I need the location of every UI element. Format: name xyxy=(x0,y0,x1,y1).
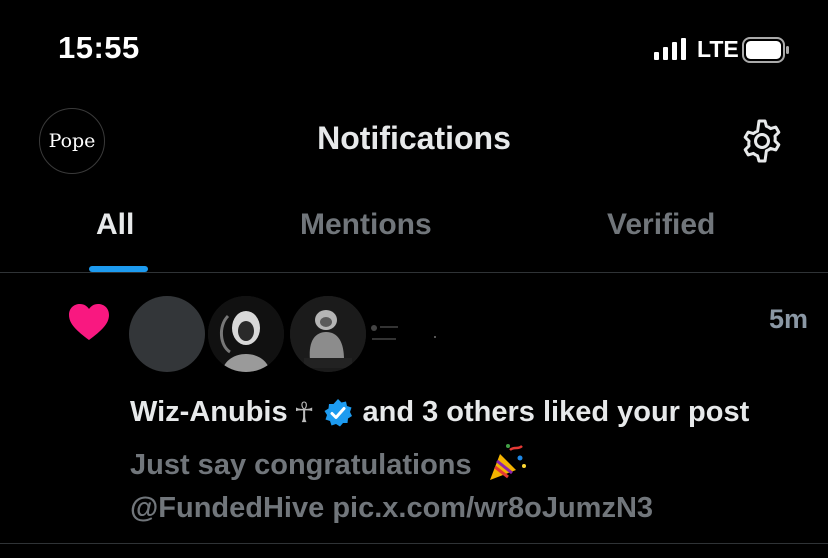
liker-avatar-1[interactable] xyxy=(129,296,205,372)
post-text: Just say congratulations xyxy=(130,444,528,482)
profile-avatar[interactable]: Pope xyxy=(39,108,105,174)
post-links: @FundedHive pic.x.com/wr8oJumzN3 xyxy=(130,492,653,525)
ankh-glyph: ☥ xyxy=(293,397,315,428)
tab-mentions[interactable]: Mentions xyxy=(300,208,432,242)
page-title: Notifications xyxy=(317,120,511,156)
verified-badge-icon xyxy=(324,398,352,426)
post-body: Just say congratulations xyxy=(130,449,472,481)
notification-headline: Wiz-Anubis ☥ and 3 others liked your pos… xyxy=(130,396,749,429)
active-tab-indicator xyxy=(89,266,148,272)
notification-time: 5m xyxy=(768,304,808,334)
post-preview-thumbnail xyxy=(368,322,438,352)
network-label: LTE xyxy=(697,36,739,62)
notification-action-text: and 3 others liked your post xyxy=(362,396,750,428)
monkey-image xyxy=(290,296,366,372)
tab-verified[interactable]: Verified xyxy=(607,208,715,242)
mention-link[interactable]: @FundedHive xyxy=(130,492,324,524)
liker-avatar-3[interactable] xyxy=(290,296,366,372)
hooded-figure-image xyxy=(208,296,284,372)
username-link[interactable]: Wiz-Anubis xyxy=(130,396,288,429)
header: Pope Notifications xyxy=(0,100,828,190)
status-bar: 15:55 LTE xyxy=(0,0,828,100)
party-popper-icon xyxy=(489,444,526,481)
signal-icon xyxy=(654,38,686,60)
battery-icon xyxy=(742,37,789,63)
heart-icon xyxy=(69,304,109,340)
status-time: 15:55 xyxy=(58,30,140,65)
liker-avatar-2[interactable] xyxy=(208,296,284,372)
notification-item[interactable]: 5m Wiz-Anubis ☥ and 3 others liked your … xyxy=(0,274,828,544)
tab-all[interactable]: All xyxy=(96,208,134,242)
media-link[interactable]: pic.x.com/wr8oJumzN3 xyxy=(332,492,653,524)
gear-icon[interactable] xyxy=(738,117,786,165)
tab-bar: All Mentions Verified xyxy=(0,190,828,273)
